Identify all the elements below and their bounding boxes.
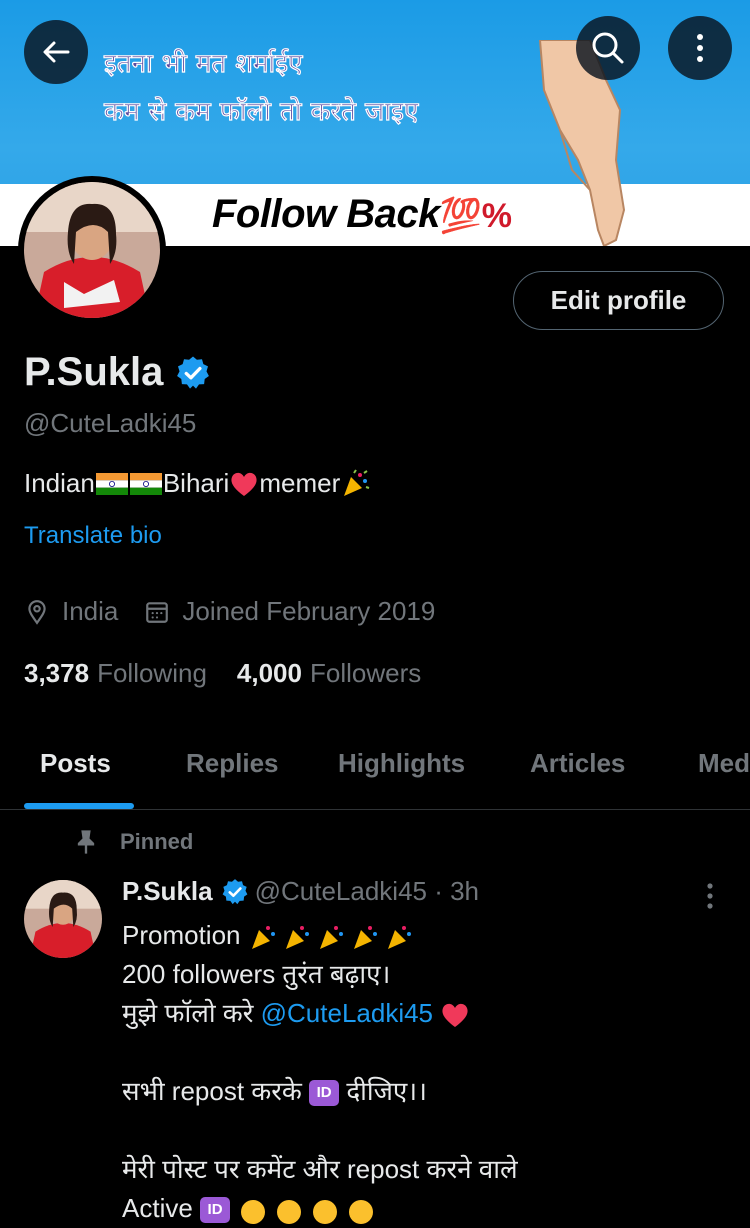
search-button[interactable] — [576, 16, 640, 80]
profile-meta: India Joined February 2019 — [24, 596, 435, 627]
tab-replies[interactable]: Replies — [186, 748, 279, 779]
profile-tabs: Posts Replies Highlights Articles Media — [0, 730, 750, 810]
following-link[interactable]: 3,378 Following — [24, 658, 207, 689]
followers-label: Followers — [309, 658, 422, 688]
profile-name: P.Sukla — [24, 350, 164, 394]
post-line5-prefix: सभी repost करके — [122, 1076, 310, 1106]
bio-suffix: memer — [259, 468, 341, 498]
profile-bio: Indian Bihari memer — [24, 468, 370, 499]
location-text: India — [62, 596, 119, 626]
pinned-indicator: Pinned — [72, 828, 193, 856]
post-line: Active ID — [122, 1189, 732, 1228]
post-line2: 200 followers तुरंत बढ़ाए। — [122, 959, 391, 989]
post-header: P.Sukla @CuteLadki45 · 3h — [122, 876, 479, 907]
post-handle-time: @CuteLadki45 · 3h — [254, 876, 480, 906]
location-pin-icon — [28, 599, 46, 625]
banner-follow-label: Follow Back — [212, 192, 440, 236]
calendar-icon — [146, 601, 169, 623]
tab-posts[interactable]: Posts — [40, 748, 111, 779]
india-flag-icon — [129, 472, 162, 495]
back-button[interactable] — [24, 20, 88, 84]
following-label: Following — [97, 658, 207, 688]
more-options-button[interactable] — [668, 16, 732, 80]
heart-icon — [231, 472, 257, 496]
bio-mid: Bihari — [162, 468, 230, 498]
party-popper-icon — [344, 468, 370, 496]
translate-bio-link[interactable]: Translate bio — [24, 522, 162, 550]
tab-articles[interactable]: Articles — [530, 748, 625, 779]
tab-highlights[interactable]: Highlights — [338, 748, 465, 779]
post-line: Promotion — [122, 916, 732, 955]
post-line3: मुझे फॉलो करे — [122, 998, 261, 1028]
india-flag-icon — [95, 472, 128, 495]
tabs-divider — [0, 809, 750, 810]
post-author-avatar[interactable] — [24, 880, 102, 958]
banner-text-line1: इतना भी मत शर्माईए — [104, 49, 303, 79]
search-icon — [592, 32, 624, 64]
profile-name-row: P.Sukla — [24, 350, 211, 395]
pointing-hand-icon — [241, 1200, 374, 1225]
post-line: मुझे फॉलो करे @CuteLadki45 — [122, 994, 732, 1033]
avatar-image — [24, 182, 160, 318]
heart-icon — [442, 1003, 468, 1028]
verified-badge-icon[interactable] — [175, 355, 211, 391]
post-line1: Promotion — [122, 920, 248, 950]
edit-profile-button[interactable]: Edit profile — [513, 271, 724, 330]
party-popper-icon — [251, 926, 411, 950]
tab-media[interactable]: Media — [698, 748, 750, 779]
profile-avatar[interactable] — [18, 176, 166, 324]
followers-count: 4,000 — [236, 658, 302, 688]
pinned-label: Pinned — [120, 829, 194, 854]
mention-link[interactable]: @CuteLadki45 — [261, 998, 433, 1028]
post-line8-prefix: Active — [122, 1193, 201, 1223]
profile-handle: @CuteLadki45 — [24, 408, 197, 438]
followers-link[interactable]: 4,000 Followers — [237, 658, 421, 689]
bio-prefix: Indian — [24, 468, 95, 498]
post-line: सभी repost करके ID दीजिए।। — [122, 1072, 732, 1111]
post-author-name[interactable]: P.Sukla — [122, 876, 213, 907]
vertical-dots-icon — [697, 34, 703, 62]
joined-text: Joined February 2019 — [182, 596, 436, 626]
banner-follow-back-text: Follow Back💯% — [212, 192, 512, 237]
post-line7: मेरी पोस्ट पर कमेंट और repost करने वाले — [122, 1154, 518, 1184]
id-badge: ID — [200, 1197, 231, 1224]
banner-text-line2: कम से कम फॉलो तो करते जाइए — [104, 97, 419, 127]
arrow-left-icon — [43, 41, 70, 63]
verified-badge-icon — [222, 878, 247, 904]
post-body: Promotion 200 followers तुरंत बढ़ाए। मुझ… — [122, 916, 732, 1228]
following-count: 3,378 — [24, 658, 90, 688]
follow-stats: 3,378 Following 4,000 Followers — [24, 658, 421, 689]
pin-icon — [77, 830, 95, 854]
post-line5-suffix: दीजिए।। — [339, 1076, 427, 1106]
banner-hundred: 💯% — [439, 197, 512, 235]
id-badge: ID — [309, 1080, 340, 1107]
post-more-options-icon[interactable] — [700, 882, 720, 910]
